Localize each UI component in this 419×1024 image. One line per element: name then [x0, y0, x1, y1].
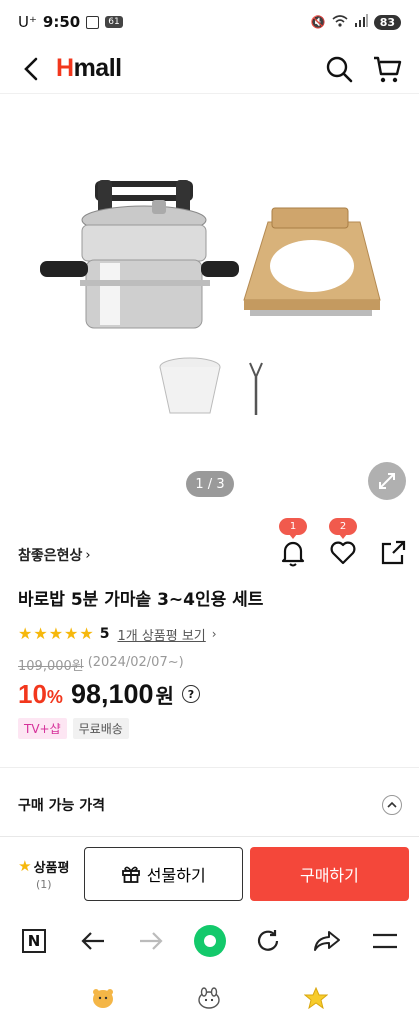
sale-price: 98,100 [70, 678, 154, 709]
notification-badge: 61 [105, 16, 123, 28]
product-photo [40, 180, 381, 415]
brand-link[interactable]: 참좋은현상 [18, 545, 82, 565]
pressure-cooker-image [40, 180, 239, 329]
help-icon[interactable]: ? [181, 685, 200, 703]
browser-home-button[interactable] [193, 925, 226, 957]
signal-icon [354, 14, 368, 30]
wifi-icon [332, 14, 348, 31]
expand-image-button[interactable] [368, 462, 406, 500]
review-link[interactable]: 1개 상품평 보기 [117, 625, 205, 644]
currency-label: 원 [155, 683, 174, 708]
browser-nav: N [0, 914, 419, 968]
battery-indicator: 83 [373, 14, 401, 30]
rating-row: ★ ★ ★ ★ ★ 5 1개 상품평 보기 › [18, 624, 217, 644]
browser-back-button[interactable] [77, 925, 109, 957]
menu-button[interactable] [369, 925, 401, 957]
forward-share-icon [313, 931, 340, 951]
carrier-label: U⁺ [18, 13, 37, 31]
alarm-badge: 1 [279, 518, 307, 539]
price-date: (2024/02/07~) [87, 655, 184, 670]
tv-shop-tag: TV+샵 [18, 718, 67, 739]
free-shipping-tag: 무료배송 [72, 718, 129, 739]
hmall-logo[interactable]: Hmall [56, 54, 122, 83]
tag-list: TV+샵 무료배송 [18, 718, 129, 739]
search-icon [326, 56, 353, 82]
star-icon: ★ [79, 624, 94, 643]
purchase-bar: ★ 상품평 (1) 선물하기 구매하기 [0, 836, 419, 910]
original-price-row: 109,000원 (2024/02/07~) [18, 655, 184, 674]
back-button[interactable] [16, 54, 46, 84]
arrow-left-icon [80, 932, 104, 950]
brand-row: 참좋은현상 › 1 2 [18, 518, 408, 570]
product-image-carousel[interactable]: 1 / 3 [0, 95, 419, 515]
review-count: (1) [36, 877, 52, 891]
chevron-right-icon: › [85, 547, 91, 563]
original-price: 109,000원 [18, 659, 84, 674]
alarm-button[interactable]: 1 [278, 518, 308, 568]
gift-icon [121, 866, 140, 883]
star-icon: ★ [18, 624, 33, 643]
reload-icon [257, 930, 279, 951]
available-price-label: 구매 가능 가격 [18, 798, 106, 814]
buy-button[interactable]: 구매하기 [249, 846, 409, 901]
chevron-up-icon[interactable] [382, 795, 402, 815]
naver-menu-button[interactable]: N [18, 925, 50, 957]
heart-icon [330, 541, 356, 565]
image-counter: 1 / 3 [186, 471, 234, 497]
expand-icon [379, 473, 395, 489]
bamboo-stand-image [243, 207, 381, 316]
naver-n-icon: N [22, 929, 46, 953]
available-price-row[interactable]: 구매 가능 가격 [18, 790, 402, 820]
share-button[interactable] [378, 538, 408, 568]
arrow-right-icon [140, 932, 163, 950]
star-icon: ★ [64, 624, 79, 643]
hamburger-icon [373, 933, 397, 949]
product-title: 바로밥 5분 가마솥 3~4인용 세트 [18, 590, 264, 610]
browser-forward-button[interactable] [135, 925, 167, 957]
star-icon: ★ [18, 857, 32, 875]
search-button[interactable] [323, 53, 355, 85]
divider [0, 767, 419, 768]
app-header: Hmall [0, 44, 419, 94]
star-character-icon[interactable] [303, 987, 328, 1009]
chevron-left-icon [24, 57, 38, 80]
review-tab[interactable]: ★ 상품평 (1) [10, 857, 78, 891]
status-bar: U⁺ 9:50 61 🔇 83 [0, 0, 419, 44]
review-tab-label: 상품평 [33, 860, 70, 876]
mute-icon: 🔇 [310, 15, 326, 29]
star-icon: ★ [33, 624, 48, 643]
forward-share-button[interactable] [311, 925, 343, 957]
cart-button[interactable] [371, 53, 403, 85]
reload-button[interactable] [252, 925, 284, 957]
rating-value: 5 [99, 626, 110, 642]
page: U⁺ 9:50 61 🔇 83 Hmall 1 / 3 참좋은현상 › 1 2 … [0, 0, 419, 1024]
discount-rate: 10% [18, 678, 63, 709]
emoji-dock [0, 972, 419, 1024]
measuring-cup-image [159, 357, 221, 414]
chevron-right-icon: › [211, 627, 217, 641]
wish-badge: 2 [329, 518, 357, 539]
gift-button-label: 선물하기 [146, 865, 206, 885]
clock: 9:50 [42, 13, 81, 31]
share-icon [381, 540, 406, 565]
steam-pin-image [249, 362, 263, 415]
bunny-icon[interactable] [197, 987, 221, 1009]
screenshot-icon [86, 15, 100, 29]
gift-button[interactable]: 선물하기 [83, 846, 243, 901]
price-row: 10% 98,100 원 ? [18, 676, 200, 712]
cart-icon [374, 56, 402, 82]
wishlist-button[interactable]: 2 [328, 518, 358, 568]
star-icon: ★ [48, 624, 64, 643]
green-dot-icon [193, 925, 226, 957]
star-rating: ★ ★ ★ ★ ★ [18, 626, 94, 642]
bell-icon [281, 541, 305, 567]
bear-icon[interactable] [91, 987, 115, 1009]
